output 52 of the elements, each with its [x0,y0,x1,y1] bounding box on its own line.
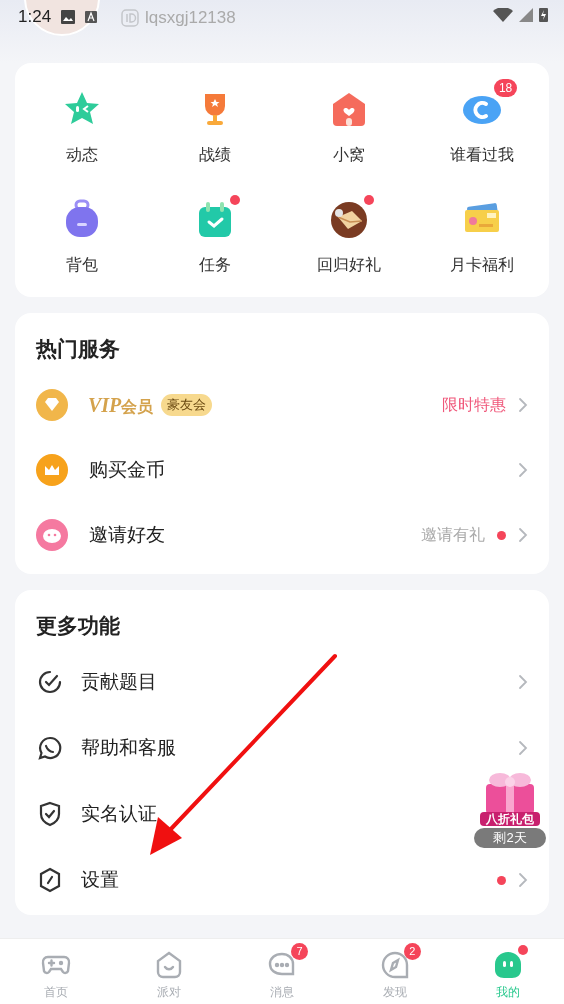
shortcut-label: 动态 [65,145,98,165]
feature-label: 设置 [81,867,119,892]
chevron-icon [518,674,528,690]
count-badge: 18 [493,79,518,97]
clock-time: 1:24 [18,6,52,28]
tab-label: 派对 [157,984,182,1001]
wifi-icon [493,8,513,22]
user-id: lqsxgj12138 [145,7,236,29]
promo-label: 八折礼包 [480,812,540,826]
shortcut-label: 小窝 [332,145,365,165]
chevron-icon [518,462,528,478]
chevron-icon [518,397,528,413]
crown-icon [36,454,68,486]
tab-label: 发现 [382,984,407,1001]
tab[interactable]: 首页 [0,939,113,1004]
pig-icon [36,519,68,551]
tab[interactable]: 7 消息 [225,939,339,1004]
feature-label: 实名认证 [81,801,157,826]
tab-label: 我的 [495,984,520,1001]
countdown-badge: 剩2天 [474,828,546,848]
service-note: 邀请有礼 [421,525,485,545]
tab-label: 消息 [270,984,294,1001]
shortcut-label: 背包 [65,255,98,275]
club-tag: 豪友会 [161,394,213,416]
signal-icon [519,8,533,22]
chevron-icon [518,872,528,888]
chevron-icon [518,740,528,756]
promo-widget[interactable]: 八折礼包 剩2天 [474,770,546,848]
tab[interactable]: 派对 [112,939,226,1004]
chevron-icon [518,527,528,543]
check-circle-icon [36,668,64,696]
vip-label: VIP会员 [88,393,154,418]
chat-icon [36,734,64,762]
shortcut-label: 谁看过我 [450,145,515,165]
tab-label: 首页 [44,984,69,1001]
battery-icon [539,6,548,22]
feature-label: 帮助和客服 [81,735,176,760]
count-badge: 7 [291,943,308,960]
feature-label: 贡献题目 [81,669,157,694]
service-label: 邀请好友 [89,522,165,547]
section-title: 更多功能 [35,612,121,639]
service-note: 限时特惠 [442,395,506,415]
section-title: 热门服务 [34,336,121,362]
shortcut-label: 月卡福利 [450,255,515,275]
shortcut-label: 回归好礼 [316,255,381,275]
service-label: 购买金币 [89,457,165,482]
tab[interactable]: 我的 [451,939,564,1004]
id-icon [121,8,139,27]
shortcut-label: 任务 [199,255,232,275]
count-badge: 2 [403,943,421,960]
shortcut-label: 战绩 [199,145,232,165]
tab[interactable]: 2 发现 [338,939,452,1004]
